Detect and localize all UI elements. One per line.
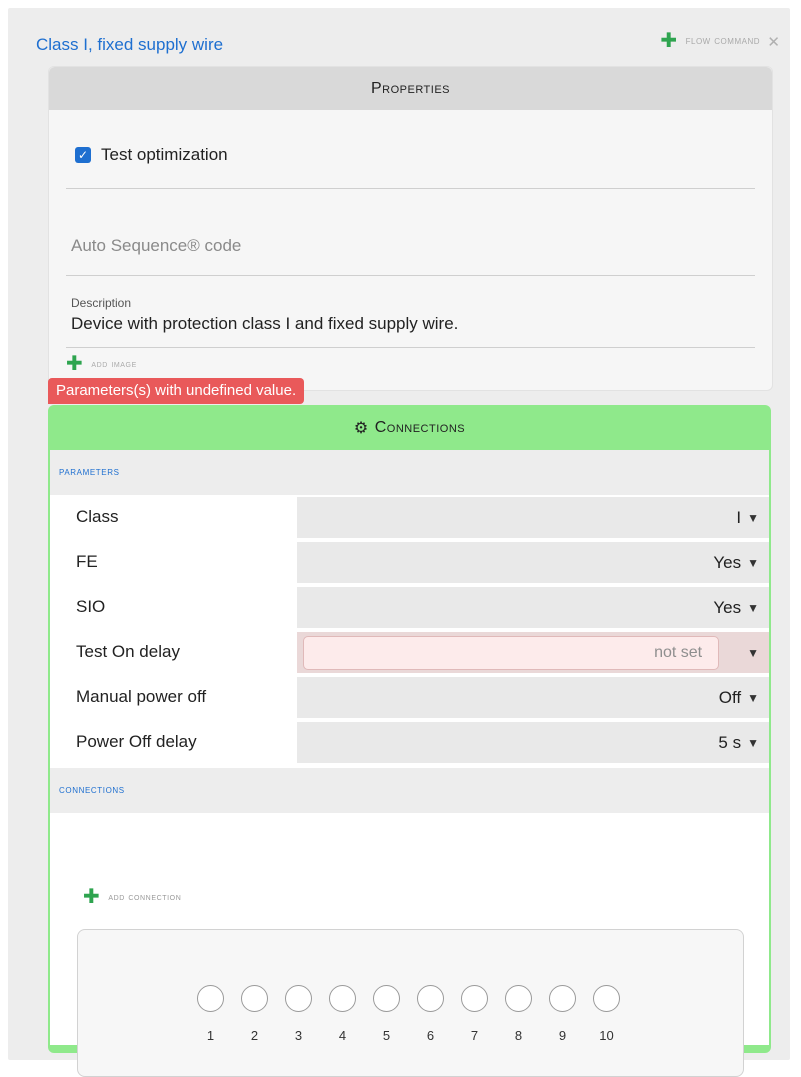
connections-body: parameters Class I ▼ FE Yes ▼ SIO Yes ▼ … bbox=[50, 450, 769, 1077]
port-circle[interactable] bbox=[549, 985, 576, 1012]
port-circle[interactable] bbox=[461, 985, 488, 1012]
dropdown-arrow-icon: ▼ bbox=[747, 600, 759, 615]
port[interactable]: 10 bbox=[593, 985, 620, 1043]
param-name: Class bbox=[76, 507, 119, 526]
param-value: Off bbox=[718, 687, 742, 707]
param-manual-power-off-select[interactable]: Off ▼ bbox=[297, 677, 769, 718]
port[interactable]: 3 bbox=[285, 985, 312, 1043]
port-circle[interactable] bbox=[593, 985, 620, 1012]
port-circle[interactable] bbox=[373, 985, 400, 1012]
add-connection-button[interactable]: ✚ add connection bbox=[83, 886, 182, 908]
properties-header: Properties bbox=[49, 67, 772, 110]
add-image-label: add image bbox=[91, 358, 137, 370]
port[interactable]: 2 bbox=[241, 985, 268, 1043]
param-test-on-delay-cell: not set ▼ bbox=[297, 632, 769, 673]
description-label: Description bbox=[71, 296, 132, 310]
port-number: 5 bbox=[382, 1028, 391, 1043]
test-optimization-checkbox[interactable]: ✓ Test optimization bbox=[75, 145, 228, 165]
port-circle[interactable] bbox=[197, 985, 224, 1012]
connections-card: ⚙ Connections parameters Class I ▼ FE Ye… bbox=[48, 405, 771, 1077]
param-name: Manual power off bbox=[76, 687, 207, 706]
param-class-select[interactable]: I ▼ bbox=[297, 497, 769, 538]
dropdown-arrow-icon: ▼ bbox=[747, 555, 759, 570]
port-number: 4 bbox=[338, 1028, 347, 1043]
divider bbox=[66, 188, 755, 189]
port-circle[interactable] bbox=[505, 985, 532, 1012]
connections-header: ⚙ Connections bbox=[48, 405, 771, 450]
description-underline bbox=[66, 347, 755, 348]
dropdown-arrow-icon: ▼ bbox=[747, 735, 759, 750]
param-fe-select[interactable]: Yes ▼ bbox=[297, 542, 769, 583]
test-optimization-label: Test optimization bbox=[101, 145, 228, 164]
port[interactable]: 5 bbox=[373, 985, 400, 1043]
param-row-manual-power-off: Manual power off Off ▼ bbox=[50, 676, 769, 721]
port-number: 9 bbox=[558, 1028, 567, 1043]
undefined-value-warning: Parameters(s) with undefined value. bbox=[48, 378, 305, 404]
flow-command-button[interactable]: ✚ flow command bbox=[660, 30, 760, 52]
param-row-power-off-delay: Power Off delay 5 s ▼ bbox=[50, 721, 769, 766]
param-value: Yes bbox=[713, 552, 742, 572]
port-number: 3 bbox=[294, 1028, 303, 1043]
param-row-sio: SIO Yes ▼ bbox=[50, 586, 769, 631]
port-circle[interactable] bbox=[241, 985, 268, 1012]
gear-icon: ⚙ bbox=[353, 419, 369, 437]
add-image-button[interactable]: ✚ add image bbox=[66, 353, 137, 375]
port-number: 2 bbox=[250, 1028, 259, 1043]
param-value: 5 s bbox=[718, 732, 742, 752]
plus-icon: ✚ bbox=[66, 353, 84, 375]
port[interactable]: 9 bbox=[549, 985, 576, 1043]
param-sio-select[interactable]: Yes ▼ bbox=[297, 587, 769, 628]
dropdown-arrow-icon: ▼ bbox=[747, 690, 759, 705]
port-number: 1 bbox=[206, 1028, 215, 1043]
dropdown-arrow-icon[interactable]: ▼ bbox=[747, 646, 759, 660]
input-placeholder: not set bbox=[654, 643, 703, 661]
port-list: 1 2 3 4 5 6 7 8 9 10 bbox=[197, 985, 620, 1043]
add-connection-label: add connection bbox=[108, 891, 182, 903]
param-row-class: Class I ▼ bbox=[50, 496, 769, 541]
auto-sequence-field[interactable]: Auto Sequence® code bbox=[71, 236, 241, 256]
param-row-fe: FE Yes ▼ bbox=[50, 541, 769, 586]
auto-sequence-underline bbox=[66, 275, 755, 276]
port[interactable]: 6 bbox=[417, 985, 444, 1043]
port-number: 8 bbox=[514, 1028, 523, 1043]
port[interactable]: 7 bbox=[461, 985, 488, 1043]
test-on-delay-input[interactable]: not set bbox=[303, 635, 720, 670]
checkbox-checked-icon[interactable]: ✓ bbox=[75, 147, 91, 163]
param-name: FE bbox=[76, 552, 98, 571]
properties-card: Properties ✓ Test optimization Auto Sequ… bbox=[48, 66, 773, 391]
param-power-off-delay-select[interactable]: 5 s ▼ bbox=[297, 722, 769, 763]
param-name: SIO bbox=[76, 597, 106, 616]
port-number: 7 bbox=[470, 1028, 479, 1043]
port-number: 10 bbox=[599, 1028, 614, 1043]
parameters-heading: parameters bbox=[50, 450, 769, 495]
flow-command-label: flow command bbox=[685, 35, 760, 47]
port-circle[interactable] bbox=[285, 985, 312, 1012]
plus-icon: ✚ bbox=[660, 30, 678, 52]
close-icon[interactable]: ✕ bbox=[767, 33, 780, 51]
param-row-test-on-delay: Test On delay not set ▼ bbox=[50, 631, 769, 676]
port-circle[interactable] bbox=[329, 985, 356, 1012]
page-title[interactable]: Class I, fixed supply wire bbox=[36, 35, 223, 55]
description-field[interactable]: Device with protection class I and fixed… bbox=[71, 314, 458, 334]
connections-heading: connections bbox=[50, 768, 769, 813]
param-name: Power Off delay bbox=[76, 732, 197, 751]
dropdown-arrow-icon: ▼ bbox=[747, 510, 759, 525]
port[interactable]: 1 bbox=[197, 985, 224, 1043]
port[interactable]: 8 bbox=[505, 985, 532, 1043]
plus-icon: ✚ bbox=[83, 886, 101, 908]
connections-title: Connections bbox=[374, 418, 466, 436]
param-value: I bbox=[736, 507, 742, 527]
param-name: Test On delay bbox=[76, 642, 180, 661]
param-value: Yes bbox=[713, 597, 742, 617]
port[interactable]: 4 bbox=[329, 985, 356, 1043]
port-number: 6 bbox=[426, 1028, 435, 1043]
port-circle[interactable] bbox=[417, 985, 444, 1012]
port-diagram: 1 2 3 4 5 6 7 8 9 10 bbox=[77, 929, 744, 1077]
